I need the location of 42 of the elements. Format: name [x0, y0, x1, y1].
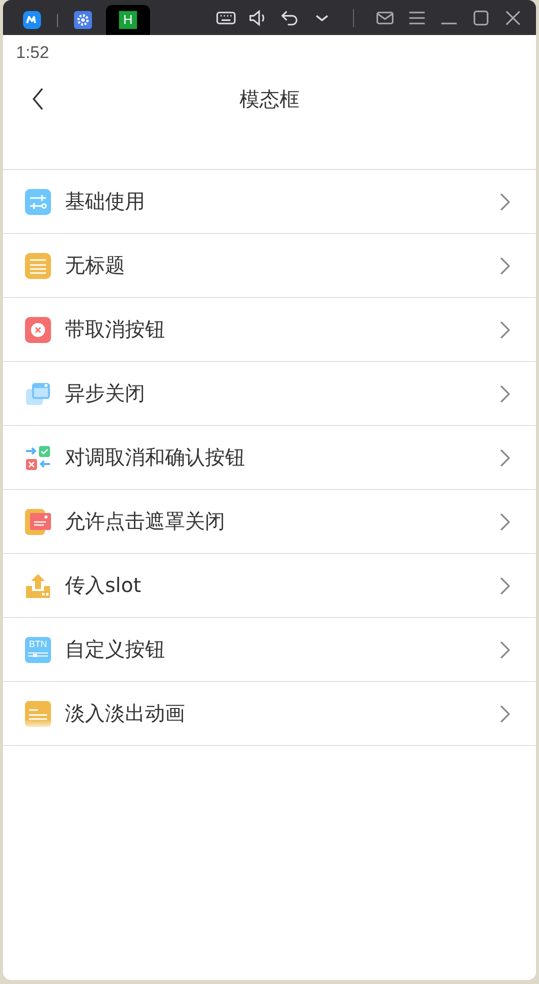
menu-item-label: 自定义按钮 — [65, 636, 166, 663]
upload-icon — [25, 572, 51, 598]
swap-icon — [25, 444, 51, 470]
menu-item-label: 允许点击遮罩关闭 — [65, 508, 226, 535]
card-icon — [25, 508, 51, 534]
menu-item[interactable]: BTN 自定义按钮 — [3, 618, 536, 682]
chevron-right-icon — [499, 448, 511, 468]
chevron-right-icon — [499, 384, 511, 404]
menu-item[interactable]: 无标题 — [3, 234, 536, 298]
menu-item[interactable]: 允许点击遮罩关闭 — [3, 490, 536, 554]
cancel-icon — [25, 316, 51, 342]
chevron-right-icon — [499, 192, 511, 212]
app-logo-icon — [23, 11, 41, 29]
chevron-right-icon — [499, 256, 511, 276]
gear-icon — [74, 11, 92, 29]
chevron-right-icon — [499, 704, 511, 724]
app-logo-icon: H — [119, 11, 137, 29]
sliders-icon — [25, 188, 51, 214]
menu-item-label: 无标题 — [65, 252, 126, 279]
chevron-right-icon — [499, 320, 511, 340]
status-time: 1:52 — [16, 43, 50, 62]
chevron-right-icon — [499, 576, 511, 596]
menu-item-label: 带取消按钮 — [65, 316, 166, 343]
menu-item[interactable]: 对调取消和确认按钮 — [3, 426, 536, 490]
menu-item[interactable]: 基础使用 — [3, 170, 536, 234]
chevron-right-icon — [499, 512, 511, 532]
menu-item[interactable]: 淡入淡出动画 — [3, 682, 536, 746]
menu-item-label: 淡入淡出动画 — [65, 700, 186, 727]
menu-item[interactable]: 传入slot — [3, 554, 536, 618]
menu-item[interactable]: 异步关闭 — [3, 362, 536, 426]
banner-icon — [25, 700, 51, 726]
menu-item-label: 异步关闭 — [65, 380, 146, 407]
chevron-right-icon — [499, 640, 511, 660]
document-icon — [25, 252, 51, 278]
menu-item[interactable]: 带取消按钮 — [3, 298, 536, 362]
page-title: 模态框 — [240, 86, 300, 112]
menu-item-label: 传入slot — [65, 572, 142, 599]
menu-item-label: 基础使用 — [65, 188, 146, 215]
button-icon: BTN — [25, 636, 51, 662]
menu-item-label: 对调取消和确认按钮 — [65, 444, 246, 471]
back-icon[interactable] — [31, 87, 45, 111]
windows-icon — [25, 380, 51, 406]
